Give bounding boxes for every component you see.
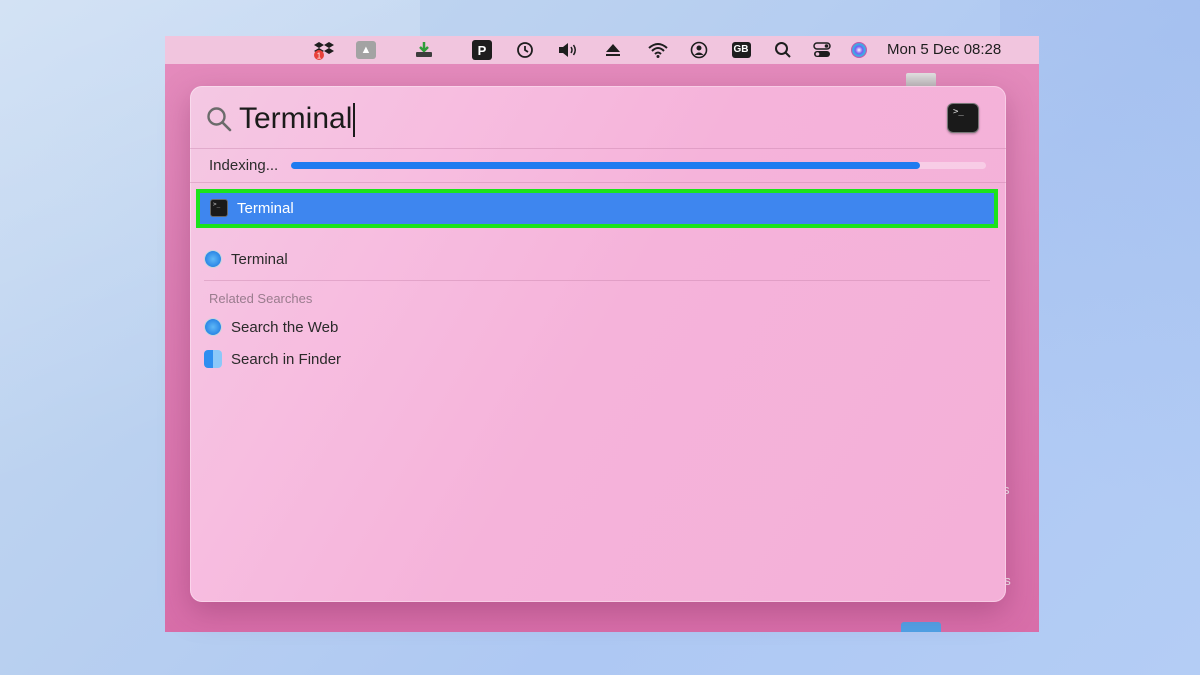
menubar-clock[interactable]: Mon 5 Dec 08:28 — [887, 41, 1001, 58]
eject-icon[interactable] — [602, 40, 624, 60]
indexing-progress-bar — [291, 162, 986, 169]
menu-bar: 1 ▲ P — [165, 36, 1039, 64]
control-center-icon[interactable] — [811, 40, 833, 60]
top-hit-label: Terminal — [237, 200, 294, 217]
dropbox-icon[interactable]: 1 — [313, 40, 335, 60]
wifi-icon[interactable] — [647, 40, 669, 60]
indexing-progress-fill — [291, 162, 920, 169]
terminal-icon: >_ — [210, 199, 228, 217]
indexing-label: Indexing... — [209, 157, 278, 174]
desktop-folder-icon[interactable] — [901, 622, 941, 632]
related-search-finder[interactable]: Search in Finder — [204, 346, 341, 372]
p-app-icon[interactable]: P — [471, 40, 493, 60]
dropbox-badge: 1 — [317, 52, 322, 61]
spotlight-search-input[interactable]: Terminal — [239, 99, 355, 139]
text-caret — [353, 103, 355, 137]
top-hit-result[interactable]: >_ Terminal — [196, 189, 998, 228]
related-label: Search in Finder — [231, 351, 341, 368]
finder-icon — [204, 350, 222, 368]
terminal-icon: >_ — [947, 103, 979, 133]
volume-icon[interactable] — [557, 40, 579, 60]
google-drive-icon[interactable]: ▲ — [355, 40, 377, 60]
related-label: Search the Web — [231, 319, 338, 336]
result-item[interactable]: Terminal — [204, 246, 288, 272]
related-search-web[interactable]: Search the Web — [204, 314, 338, 340]
spotlight-search-row: Terminal >_ — [190, 86, 1006, 148]
spotlight-panel: Terminal >_ Indexing... >_ Terminal Term… — [190, 86, 1006, 602]
safari-icon — [204, 318, 222, 336]
download-tray-icon[interactable] — [413, 40, 435, 60]
time-machine-icon[interactable] — [514, 40, 536, 60]
related-searches-heading: Related Searches — [209, 291, 312, 306]
siri-icon[interactable] — [848, 40, 870, 60]
search-query-text: Terminal — [239, 102, 352, 135]
safari-icon — [204, 250, 222, 268]
divider — [204, 280, 990, 281]
desktop-disk-icon[interactable] — [906, 73, 936, 87]
keyboard-input-icon[interactable]: GB — [730, 40, 752, 60]
result-label: Terminal — [231, 251, 288, 268]
spotlight-search-icon[interactable] — [772, 40, 794, 60]
user-icon[interactable] — [688, 40, 710, 60]
divider — [190, 148, 1006, 149]
divider — [190, 182, 1006, 183]
input-source-label: GB — [732, 42, 751, 58]
search-icon — [206, 106, 232, 132]
